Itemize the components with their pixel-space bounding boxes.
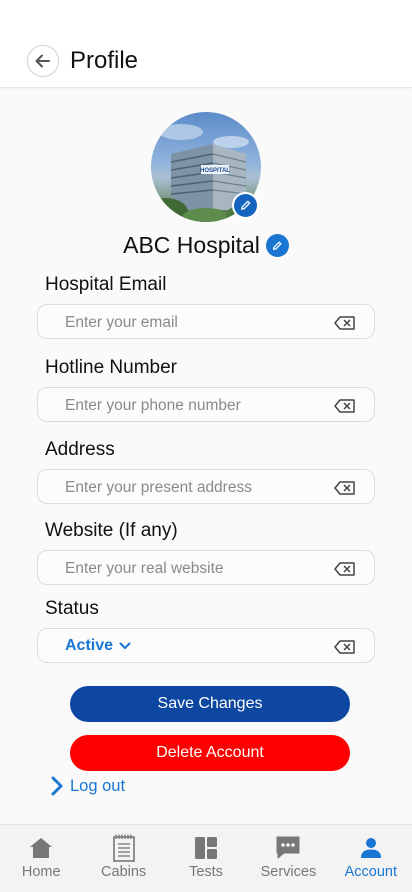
pencil-icon xyxy=(241,200,251,210)
services-icon xyxy=(276,836,300,859)
logout-label: Log out xyxy=(70,776,126,795)
page-title: Profile xyxy=(70,47,139,74)
chevron-down-icon xyxy=(119,642,131,649)
status-dropdown[interactable]: Active xyxy=(65,637,131,655)
nav-item-home[interactable]: Home xyxy=(0,825,82,892)
nav-label-tests: Tests xyxy=(189,864,223,880)
building-sign: HOSPITAL xyxy=(200,168,230,174)
address-field[interactable]: Enter your present address xyxy=(37,469,375,504)
pencil-icon xyxy=(273,241,282,250)
clear-icon[interactable] xyxy=(334,399,356,413)
arrow-left-icon xyxy=(35,54,50,68)
delete-account-button[interactable]: Delete Account xyxy=(70,735,350,771)
email-field[interactable]: Enter your email xyxy=(37,304,375,339)
back-button[interactable] xyxy=(27,45,59,77)
hotline-field[interactable]: Enter your phone number xyxy=(37,387,375,422)
website-placeholder: Enter your real website xyxy=(65,560,224,577)
hotline-placeholder: Enter your phone number xyxy=(65,397,241,414)
website-field[interactable]: Enter your real website xyxy=(37,550,375,585)
clear-icon[interactable] xyxy=(334,316,356,330)
save-changes-button[interactable]: Save Changes xyxy=(70,686,350,722)
hotline-label: Hotline Number xyxy=(45,357,177,378)
nav-label-cabins: Cabins xyxy=(101,864,147,880)
home-icon xyxy=(30,838,53,858)
clear-icon[interactable] xyxy=(334,481,356,495)
chevron-right-icon xyxy=(51,776,63,796)
hospital-name: ABC Hospital xyxy=(123,232,260,258)
account-icon xyxy=(360,838,381,858)
email-placeholder: Enter your email xyxy=(65,314,178,331)
profile-avatar[interactable]: HOSPITAL xyxy=(151,112,261,222)
email-label: Hospital Email xyxy=(45,274,167,295)
nav-label-home: Home xyxy=(21,864,61,880)
tests-icon xyxy=(195,837,218,859)
nav-item-services[interactable]: Services xyxy=(247,825,329,892)
address-label: Address xyxy=(45,439,115,460)
nav-item-tests[interactable]: Tests xyxy=(165,825,247,892)
nav-item-cabins[interactable]: Cabins xyxy=(82,825,164,892)
website-label: Website (If any) xyxy=(45,520,178,541)
nav-label-account: Account xyxy=(344,864,398,880)
nav-item-account[interactable]: Account xyxy=(330,825,412,892)
status-select[interactable]: Active xyxy=(37,628,375,663)
cabins-icon xyxy=(112,834,135,862)
address-placeholder: Enter your present address xyxy=(65,479,252,496)
clear-icon[interactable] xyxy=(334,640,356,654)
app-header: Profile xyxy=(0,0,412,88)
status-value: Active xyxy=(65,637,114,654)
status-label: Status xyxy=(45,598,99,619)
nav-label-services: Services xyxy=(260,864,317,880)
name-edit-button[interactable] xyxy=(265,234,289,257)
bottom-navigation: Home Cabins Tests Services Account xyxy=(0,824,412,892)
avatar-edit-button[interactable] xyxy=(232,192,259,219)
clear-icon[interactable] xyxy=(334,562,356,576)
hospital-name-row: ABC Hospital xyxy=(0,232,412,259)
logout-link[interactable]: Log out xyxy=(50,776,125,796)
